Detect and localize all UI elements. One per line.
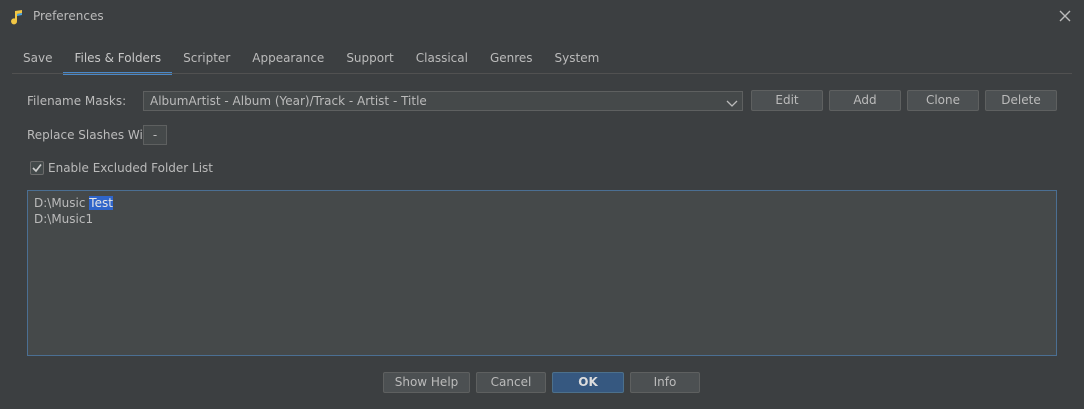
tab-files-folders[interactable]: Files & Folders xyxy=(63,44,173,75)
chevron-down-icon xyxy=(726,96,738,107)
filename-masks-label: Filename Masks: xyxy=(27,94,127,108)
close-icon xyxy=(1059,10,1071,25)
window-title: Preferences xyxy=(33,9,104,23)
excluded-folder-textarea[interactable]: D:\Music Test D:\Music1 xyxy=(27,190,1057,356)
music-note-icon xyxy=(9,9,25,25)
tab-scripter[interactable]: Scripter xyxy=(172,44,241,74)
filename-masks-value: AlbumArtist - Album (Year)/Track - Artis… xyxy=(150,94,427,108)
filename-masks-combo[interactable]: AlbumArtist - Album (Year)/Track - Artis… xyxy=(143,91,743,111)
add-button[interactable]: Add xyxy=(829,90,901,111)
replace-slashes-input[interactable]: - xyxy=(143,125,167,145)
checkmark-icon xyxy=(31,162,43,174)
show-help-button[interactable]: Show Help xyxy=(383,372,470,393)
excluded-folder-line: D:\Music Test xyxy=(34,196,113,210)
excluded-folder-label: Enable Excluded Folder List xyxy=(48,161,214,175)
tab-genres[interactable]: Genres xyxy=(479,44,544,74)
tab-classical[interactable]: Classical xyxy=(405,44,479,74)
title-bar: Preferences xyxy=(0,0,1084,34)
tab-save[interactable]: Save xyxy=(12,44,63,74)
ok-button[interactable]: OK xyxy=(552,372,624,393)
replace-slashes-label: Replace Slashes With xyxy=(27,128,156,142)
tab-appearance[interactable]: Appearance xyxy=(241,44,335,74)
edit-button[interactable]: Edit xyxy=(751,90,823,111)
clone-button[interactable]: Clone xyxy=(907,90,979,111)
close-button[interactable] xyxy=(1054,6,1076,28)
excluded-folder-line: D:\Music1 xyxy=(34,212,94,226)
excluded-folder-checkbox[interactable] xyxy=(30,161,44,175)
selected-text: Test xyxy=(89,196,113,210)
delete-button[interactable]: Delete xyxy=(985,90,1057,111)
tabs-divider xyxy=(12,73,1072,74)
tab-bar: Save Files & Folders Scripter Appearance… xyxy=(12,44,611,75)
tab-system[interactable]: System xyxy=(544,44,611,74)
cancel-button[interactable]: Cancel xyxy=(476,372,546,393)
tab-support[interactable]: Support xyxy=(335,44,404,74)
info-button[interactable]: Info xyxy=(630,372,700,393)
